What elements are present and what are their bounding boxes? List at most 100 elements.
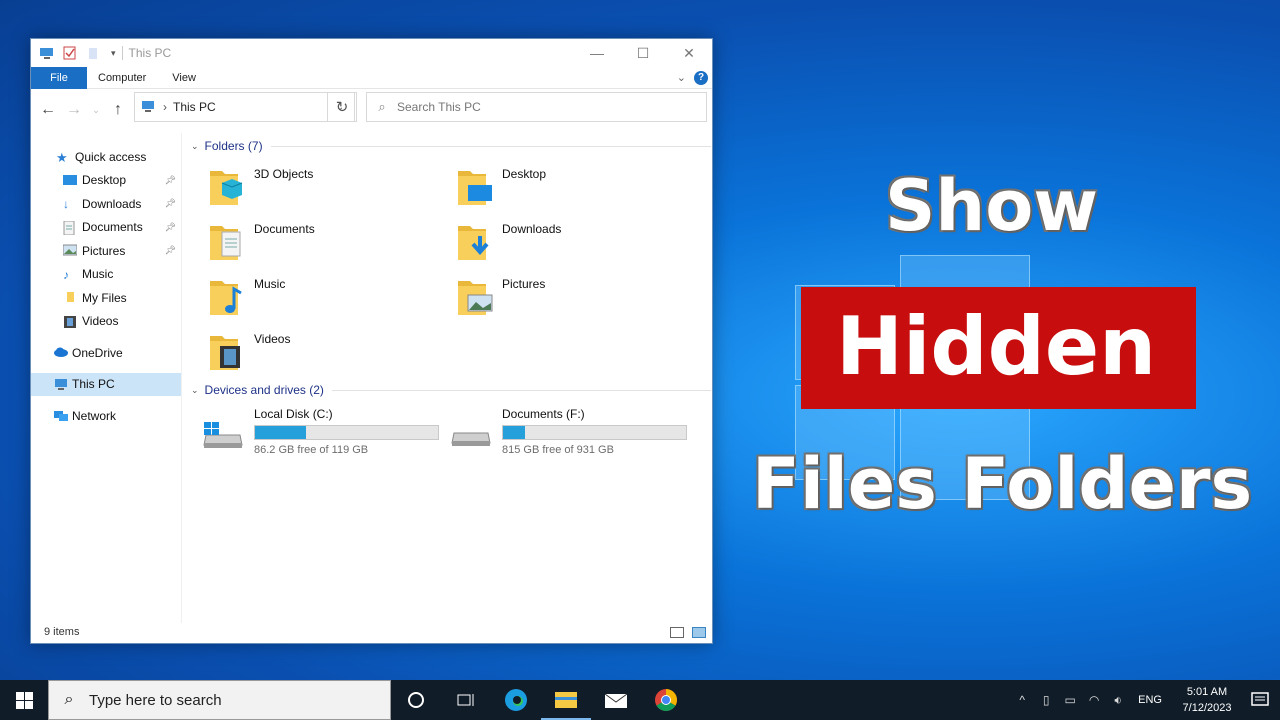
group-header-label: Devices and drives (2) [204,383,324,397]
file-explorer-window: ▾ This PC — ☐ ✕ File Computer View ⌄ ? ←… [30,38,713,644]
maximize-button[interactable]: ☐ [620,39,666,67]
taskbar-search-box[interactable]: ⌕ Type here to search [48,680,391,720]
expand-ribbon-icon[interactable]: ⌄ [677,71,686,84]
sidebar-item-network[interactable]: Network [31,404,181,428]
back-button[interactable]: ← [39,101,57,119]
sidebar-item-label: Videos [82,314,119,329]
properties-icon[interactable] [63,46,79,60]
drive-free-space: 815 GB free of 931 GB [502,444,614,456]
breadcrumb-separator-icon: › [163,100,167,114]
sidebar-item-pictures[interactable]: Pictures 📌︎ [31,239,181,263]
ribbon-tabs: File Computer View ⌄ ? [31,66,712,89]
group-header-label: Folders (7) [204,139,263,153]
taskbar-file-explorer-button[interactable] [541,680,591,720]
taskbar: ⌕ Type here to search ^ ▯ ▭ ◠ 🔉︎ ENG 5:0… [0,680,1280,720]
folder-downloads[interactable]: Downloads [434,218,674,268]
forward-button[interactable]: → [65,101,83,119]
sidebar-item-videos[interactable]: Videos [31,310,181,334]
large-icons-view-icon[interactable] [692,626,706,638]
sidebar-item-this-pc[interactable]: This PC [31,372,181,396]
folder-3d-objects[interactable]: 3D Objects [186,163,426,213]
folder-label: 3D Objects [254,167,314,181]
drives-group-header[interactable]: ⌄ Devices and drives (2) [191,383,711,397]
battery-icon[interactable]: ▭ [1058,693,1082,707]
title-bar: ▾ This PC — ☐ ✕ [31,39,712,67]
start-button[interactable] [0,680,48,720]
picture-icon [62,244,78,257]
pin-icon: 📌︎ [164,174,176,185]
sidebar-item-quick-access[interactable]: ★ Quick access [31,145,181,169]
sidebar-item-music[interactable]: ♪ Music [31,263,181,287]
system-tray: ^ ▯ ▭ ◠ 🔉︎ ENG 5:01 AM 7/12/2023 [1010,680,1280,720]
hard-drive-icon [451,432,491,446]
windows-drive-icon [203,422,243,448]
show-hidden-icons-chevron-icon[interactable]: ^ [1010,693,1034,707]
music-folder-icon [210,281,242,315]
folder-pictures[interactable]: Pictures [434,273,674,323]
film-icon [63,315,77,328]
taskbar-mail-button[interactable] [591,680,641,720]
sidebar-item-my-files[interactable]: My Files [31,286,181,310]
qat-dropdown-icon[interactable]: ▾ [111,48,116,59]
volume-icon[interactable]: 🔉︎ [1106,693,1130,708]
sidebar-item-label: Documents [82,220,143,235]
clock[interactable]: 5:01 AM 7/12/2023 [1174,684,1240,716]
address-bar[interactable]: › This PC ⌄ [134,92,355,122]
folder-label: Downloads [502,222,562,236]
search-placeholder: Search This PC [397,100,481,114]
up-button[interactable]: ↑ [109,101,127,119]
chrome-browser-icon [655,689,677,711]
cortana-button[interactable] [391,680,441,720]
clock-time: 5:01 AM [1186,686,1228,698]
notification-center-button[interactable] [1240,680,1280,720]
collapse-chevron-icon: ⌄ [191,384,199,395]
task-view-button[interactable] [441,680,491,720]
download-arrow-icon: ↓ [63,197,69,212]
file-explorer-icon [555,692,577,708]
star-icon: ★ [56,150,68,166]
folder-label: Desktop [502,167,547,181]
sidebar-item-downloads[interactable]: ↓ Downloads 📌︎ [31,192,181,216]
status-bar: 9 items [31,621,712,643]
drive-local-disk-c[interactable]: Local Disk (C:) 86.2 GB free of 119 GB [186,407,439,457]
this-pc-icon [141,100,157,115]
divider [270,145,711,147]
folder-documents[interactable]: Documents [186,218,426,268]
taskbar-chrome-button[interactable] [641,680,691,720]
windows-start-icon [15,691,33,709]
sidebar-item-documents[interactable]: Documents 📌︎ [31,216,181,240]
close-button[interactable]: ✕ [666,39,712,67]
refresh-button[interactable]: ↻ [327,92,357,122]
sidebar-item-onedrive[interactable]: OneDrive [31,341,181,365]
input-language[interactable]: ENG [1138,694,1162,706]
folders-group-header[interactable]: ⌄ Folders (7) [191,139,711,153]
drive-usage-bar [254,425,439,440]
sidebar-item-desktop[interactable]: Desktop 📌︎ [31,169,181,193]
new-folder-icon[interactable] [87,46,103,60]
document-icon [63,220,77,236]
window-title: This PC [121,46,171,60]
wifi-icon[interactable]: ◠ [1082,693,1106,707]
tab-view[interactable]: View [159,72,209,84]
meet-now-icon[interactable]: ▯ [1034,693,1058,707]
divider [331,389,711,391]
folder-music[interactable]: Music [186,273,426,323]
thumbnail-line-files-folders: Files Folders [752,443,1253,525]
task-view-icon [457,694,474,706]
folder-desktop[interactable]: Desktop [434,163,674,213]
cloud-icon [53,346,68,359]
search-box[interactable]: ⌕ Search This PC [366,92,707,122]
3d-objects-folder-icon [210,171,243,205]
content-pane: ⌄ Folders (7) 3D Objects Desktop Documen… [186,133,712,623]
details-view-icon[interactable] [670,626,684,638]
sidebar-item-label: Music [82,267,114,282]
sidebar-item-label: Pictures [82,243,126,258]
minimize-button[interactable]: — [574,39,620,67]
recent-locations-icon[interactable]: ⌄ [91,105,101,116]
folder-videos[interactable]: Videos [186,328,426,378]
help-icon[interactable]: ? [694,70,708,85]
tab-file[interactable]: File [31,66,87,89]
drive-documents-f[interactable]: Documents (F:) 815 GB free of 931 GB [434,407,687,457]
tab-computer[interactable]: Computer [87,72,159,84]
taskbar-edge-button[interactable] [491,680,541,720]
